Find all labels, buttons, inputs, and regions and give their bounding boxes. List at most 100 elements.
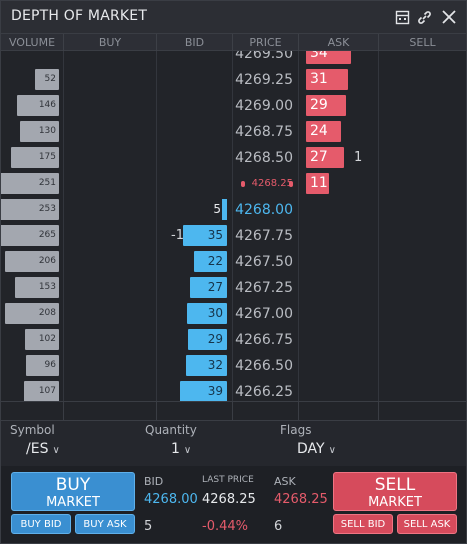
volume-bar: 102	[25, 329, 59, 350]
calculator-icon[interactable]	[392, 7, 412, 27]
sell-order-cell[interactable]: 1	[354, 145, 362, 171]
ask-size-cell[interactable]: 24	[306, 121, 341, 142]
price-cell: 4267.75	[235, 228, 293, 244]
flags-value: DAY	[297, 441, 325, 457]
net-change: -0.44%	[202, 519, 248, 534]
last-price-left-indicator	[241, 181, 245, 187]
last-price-value: 4268.25	[202, 492, 256, 507]
volume-bar: 265	[1, 225, 59, 246]
price-ladder[interactable]: 4269.50 34 52 4269.25 31 146 4269.00 29 130 4268.…	[1, 51, 466, 401]
volume-bar: 52	[35, 69, 59, 90]
price-cell: 4268.00	[235, 202, 293, 218]
price-cell: 4269.50	[235, 51, 293, 62]
flags-label: Flags	[280, 423, 312, 437]
bid-size: 5	[144, 519, 153, 534]
header-ask: ASK	[298, 34, 378, 51]
volume-bar: 146	[17, 95, 59, 116]
ask-value: 4268.25	[274, 492, 328, 507]
quantity-dropdown[interactable]: 1 ∨	[171, 441, 191, 457]
title-bar: DEPTH OF MARKET	[1, 1, 466, 33]
ladder-row[interactable]: 107 39 4266.25	[1, 379, 466, 401]
ladder-row[interactable]: 251 4268.25 11	[1, 171, 466, 197]
bid-size-cell[interactable]: 30	[187, 303, 227, 324]
depth-of-market-window: DEPTH OF MARKET VOLUME BUY BID PRICE ASK…	[0, 0, 467, 544]
link-icon[interactable]	[414, 7, 434, 27]
volume-bar: 253	[1, 199, 59, 220]
price-cell: 4269.25	[235, 72, 293, 88]
ladder-row[interactable]: 208 30 4267.00	[1, 301, 466, 327]
header-volume: VOLUME	[8, 36, 56, 49]
ladder-row[interactable]: 130 4268.75 24	[1, 119, 466, 145]
price-cell: 4268.50	[235, 150, 293, 166]
last-price-marker: 4268.25	[251, 178, 293, 189]
volume-bar: 175	[11, 147, 59, 168]
ask-size-cell[interactable]: 27	[306, 147, 344, 168]
price-cell: 4266.25	[235, 384, 293, 400]
ladder-row[interactable]: 206 22 4267.50	[1, 249, 466, 275]
bid-marker	[222, 199, 227, 220]
header-buy: BUY	[63, 34, 156, 51]
header-sell: SELL	[378, 34, 466, 51]
buy-market-label: BUY	[55, 475, 91, 495]
ladder-row[interactable]: 265 35 -1 4267.75	[1, 223, 466, 249]
ladder-row[interactable]: 253 5 4268.00	[1, 197, 466, 223]
symbol-value: /ES	[26, 441, 49, 457]
quantity-label: Quantity	[145, 423, 197, 437]
chevron-down-icon: ∨	[328, 445, 336, 456]
ask-size-cell[interactable]: 34	[306, 51, 351, 64]
bid-size-cell[interactable]: 27	[190, 277, 227, 298]
header-price: PRICE	[232, 34, 298, 51]
sell-market-label: SELL	[374, 475, 416, 495]
sell-market-button[interactable]: SELL MARKET	[333, 472, 457, 511]
buy-ask-button[interactable]: BUY ASK	[75, 514, 135, 534]
symbol-label: Symbol	[10, 423, 55, 437]
price-cell: 4269.00	[235, 98, 293, 114]
chevron-down-icon: ∨	[52, 445, 60, 456]
ask-size: 6	[274, 519, 283, 534]
ask-size-cell[interactable]: 31	[306, 69, 348, 90]
flags-dropdown[interactable]: DAY ∨	[297, 441, 336, 457]
price-cell: 4266.75	[235, 332, 293, 348]
price-cell: 4267.00	[235, 306, 293, 322]
price-cell: 4267.25	[235, 280, 293, 296]
ladder-row[interactable]: 146 4269.00 29	[1, 93, 466, 119]
volume-bar: 130	[20, 121, 59, 142]
last-price-right-indicator	[289, 181, 293, 187]
sell-ask-button[interactable]: SELL ASK	[397, 514, 457, 534]
volume-bar: 206	[5, 251, 59, 272]
bid-value: 4268.00	[144, 492, 198, 507]
ladder-row[interactable]: 153 27 4267.25	[1, 275, 466, 301]
bid-label: BID	[144, 475, 164, 488]
ask-label: ASK	[274, 475, 296, 488]
bid-size-cell[interactable]: 29	[188, 329, 227, 350]
close-icon[interactable]	[439, 7, 459, 27]
ladder-row[interactable]: 102 29 4266.75	[1, 327, 466, 353]
bid-size-cell[interactable]: 32	[186, 355, 227, 376]
ladder-row[interactable]: 52 4269.25 31	[1, 67, 466, 93]
column-header: VOLUME BUY BID PRICE ASK SELL	[1, 33, 466, 51]
bid-size-cell[interactable]: 35	[183, 225, 227, 246]
ask-size-cell[interactable]: 11	[306, 173, 329, 194]
ladder-row[interactable]: 96 32 4266.50	[1, 353, 466, 379]
buy-market-sublabel: MARKET	[46, 495, 100, 510]
ladder-footer-row	[1, 401, 466, 421]
price-cell: 4268.75	[235, 124, 293, 140]
buy-bid-button[interactable]: BUY BID	[11, 514, 71, 534]
volume-bar: 96	[26, 355, 59, 376]
ladder-row[interactable]: 175 4268.50 27 1	[1, 145, 466, 171]
volume-bar: 208	[5, 303, 59, 324]
header-bid: BID	[156, 34, 232, 51]
sell-market-sublabel: MARKET	[368, 495, 422, 510]
ladder-row[interactable]: 4269.50 34	[1, 51, 466, 67]
symbol-dropdown[interactable]: /ES ∨	[26, 441, 60, 457]
bid-size-cell[interactable]: 22	[194, 251, 227, 272]
buy-order-cell[interactable]: -1	[171, 223, 184, 249]
ask-size-cell[interactable]: 29	[306, 95, 346, 116]
order-panel: BUY MARKET BUY BID BUY ASK BID LAST PRIC…	[1, 466, 466, 543]
buy-market-button[interactable]: BUY MARKET	[11, 472, 135, 511]
chevron-down-icon: ∨	[183, 445, 192, 456]
bid-size-cell[interactable]: 39	[180, 381, 227, 401]
last-price-label: LAST PRICE	[202, 475, 254, 485]
volume-bar: 251	[1, 173, 59, 194]
sell-bid-button[interactable]: SELL BID	[333, 514, 393, 534]
